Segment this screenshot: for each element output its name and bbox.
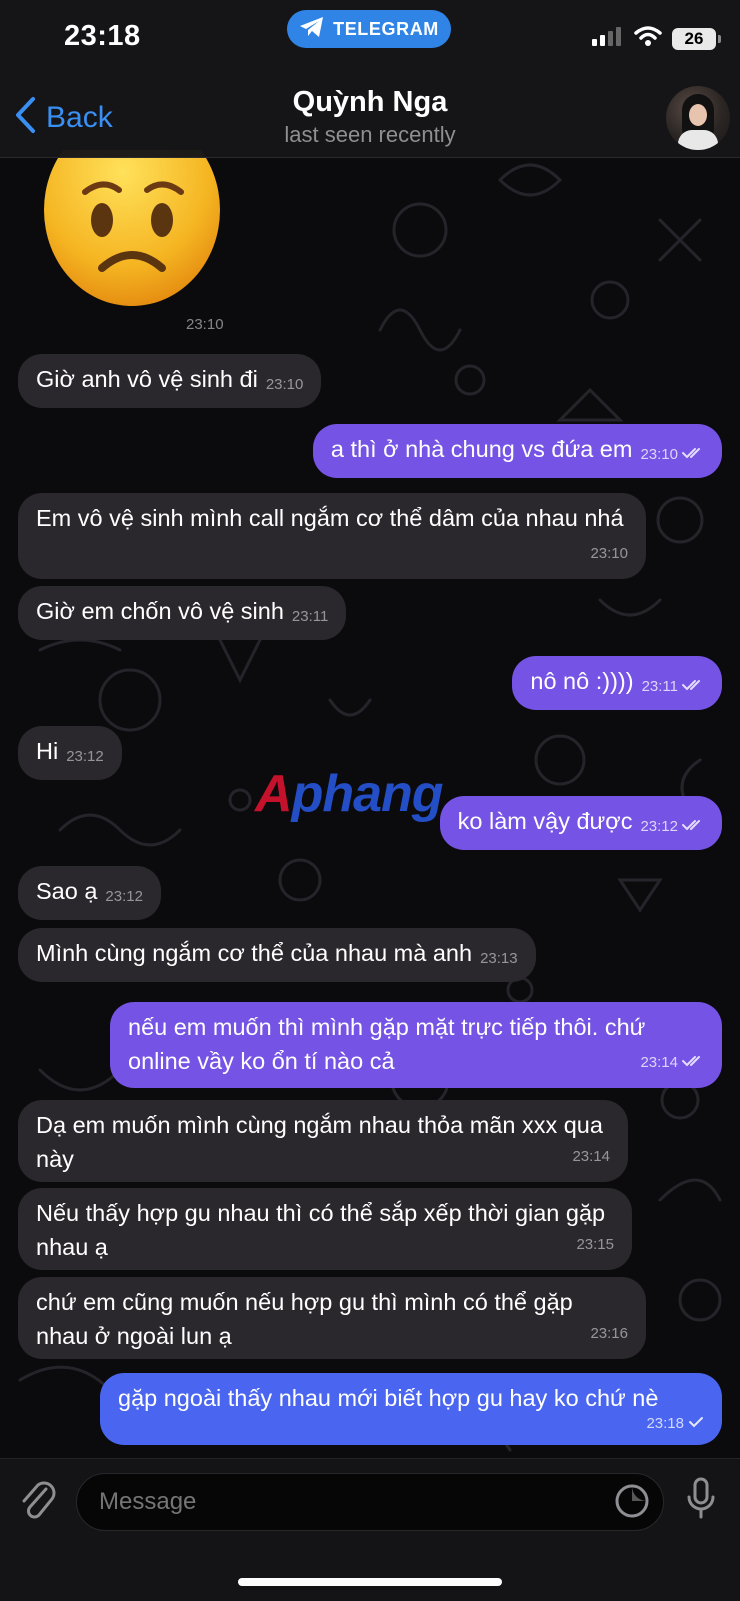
message-time: 23:18 (646, 1414, 684, 1432)
message-bubble-incoming[interactable]: Mình cùng ngắm cơ thể của nhau mà anh 23:… (18, 928, 536, 982)
message-time: 23:11 (641, 678, 678, 695)
message-text: ko làm vậy được (457, 808, 633, 834)
double-check-icon (682, 806, 704, 840)
message-text: Nếu thấy hợp gu nhau thì có thể sắp xếp … (36, 1200, 606, 1260)
sticker-icon[interactable] (614, 1483, 650, 1524)
double-check-icon (682, 1046, 704, 1080)
contact-name[interactable]: Quỳnh Nga (0, 86, 740, 119)
message-bubble-incoming[interactable]: Giờ em chốn vô vệ sinh 23:11 (18, 586, 347, 640)
paperclip-icon[interactable] (18, 1479, 58, 1528)
message-text: Dạ em muốn mình cùng ngắm nhau thỏa mãn … (36, 1112, 603, 1172)
message-bubble-incoming[interactable]: Dạ em muốn mình cùng ngắm nhau thỏa mãn … (18, 1100, 628, 1182)
message-text: chứ em cũng muốn nếu hợp gu thì mình có … (36, 1289, 573, 1349)
message-bubble-incoming[interactable]: Nếu thấy hợp gu nhau thì có thể sắp xếp … (18, 1188, 632, 1270)
message-text: Giờ anh vô vệ sinh đi (36, 366, 258, 392)
message-bubble-incoming[interactable]: Sao ạ 23:12 (18, 866, 161, 920)
message-time: 23:14 (572, 1148, 610, 1165)
message-time: 23:10 (265, 376, 304, 393)
message-bubble-outgoing[interactable]: a thì ở nhà chung vs đứa em 23:10 (312, 424, 722, 478)
signal-icon (592, 26, 624, 51)
message-bubble-incoming[interactable]: chứ em cũng muốn nếu hợp gu thì mình có … (18, 1277, 646, 1359)
message-input[interactable] (76, 1473, 664, 1531)
message-text: nếu em muốn thì mình gặp mặt trực tiếp t… (128, 1014, 646, 1074)
message-time: 23:13 (480, 950, 518, 967)
single-check-icon (688, 1407, 704, 1441)
message-text: Giờ em chốn vô vệ sinh (36, 598, 284, 624)
message-bubble-outgoing[interactable]: ko làm vậy được 23:12 (439, 796, 722, 850)
message-time: 23:16 (590, 1325, 628, 1342)
message-text: Hi (36, 738, 59, 764)
message-bubble-outgoing[interactable]: gặp ngoài thấy nhau mới biết hợp gu hay … (100, 1373, 722, 1445)
message-bubble-incoming[interactable]: Hi 23:12 (18, 726, 122, 780)
message-time: 23:10 (590, 545, 628, 562)
message-time: 23:10 (640, 446, 678, 463)
message-text: gặp ngoài thấy nhau mới biết hợp gu hay … (118, 1385, 659, 1411)
message-text: Em vô vệ sinh mình call ngắm cơ thể dâm … (36, 505, 624, 531)
message-bubble-outgoing[interactable]: nô nô :)))) 23:11 (512, 656, 722, 710)
battery-icon: 26 (672, 27, 721, 50)
message-text: Mình cùng ngắm cơ thể của nhau mà anh (36, 940, 473, 966)
message-bubble-incoming[interactable]: Giờ anh vô vệ sinh đi 23:10 (18, 354, 322, 408)
status-time: 23:18 (64, 20, 141, 52)
double-check-icon (682, 434, 704, 468)
message-bubble-outgoing[interactable]: nếu em muốn thì mình gặp mặt trực tiếp t… (110, 1002, 722, 1088)
avatar[interactable] (666, 86, 730, 150)
message-time: 23:11 (291, 608, 329, 625)
message-time: 23:14 (640, 1053, 678, 1071)
message-time-group: 23:18 (646, 1407, 704, 1441)
message-time: 23:12 (66, 748, 104, 765)
sticker-message[interactable] (40, 114, 225, 315)
message-text: nô nô :)))) (530, 668, 634, 694)
message-time-group: 23:14 (640, 1046, 704, 1080)
telegram-pill-label: TELEGRAM (333, 18, 439, 39)
telegram-pill[interactable]: TELEGRAM (287, 10, 451, 48)
message-text: Sao ạ (36, 878, 98, 904)
watermark-logo: Aphang (255, 765, 444, 823)
message-time: 23:12 (105, 888, 143, 905)
telegram-icon (299, 16, 325, 43)
double-check-icon (682, 666, 704, 700)
status-bar: 23:18 TELEGRAM 26 (0, 0, 740, 70)
message-text: a thì ở nhà chung vs đứa em (330, 436, 633, 462)
microphone-icon[interactable] (686, 1477, 716, 1526)
sticker-time: 23:10 (186, 316, 224, 333)
wifi-icon (634, 26, 662, 51)
last-seen-status: last seen recently (284, 122, 456, 147)
message-time: 23:15 (576, 1236, 614, 1253)
home-indicator[interactable] (238, 1578, 502, 1586)
message-bubble-incoming[interactable]: Em vô vệ sinh mình call ngắm cơ thể dâm … (18, 493, 646, 579)
message-time: 23:12 (640, 818, 678, 835)
